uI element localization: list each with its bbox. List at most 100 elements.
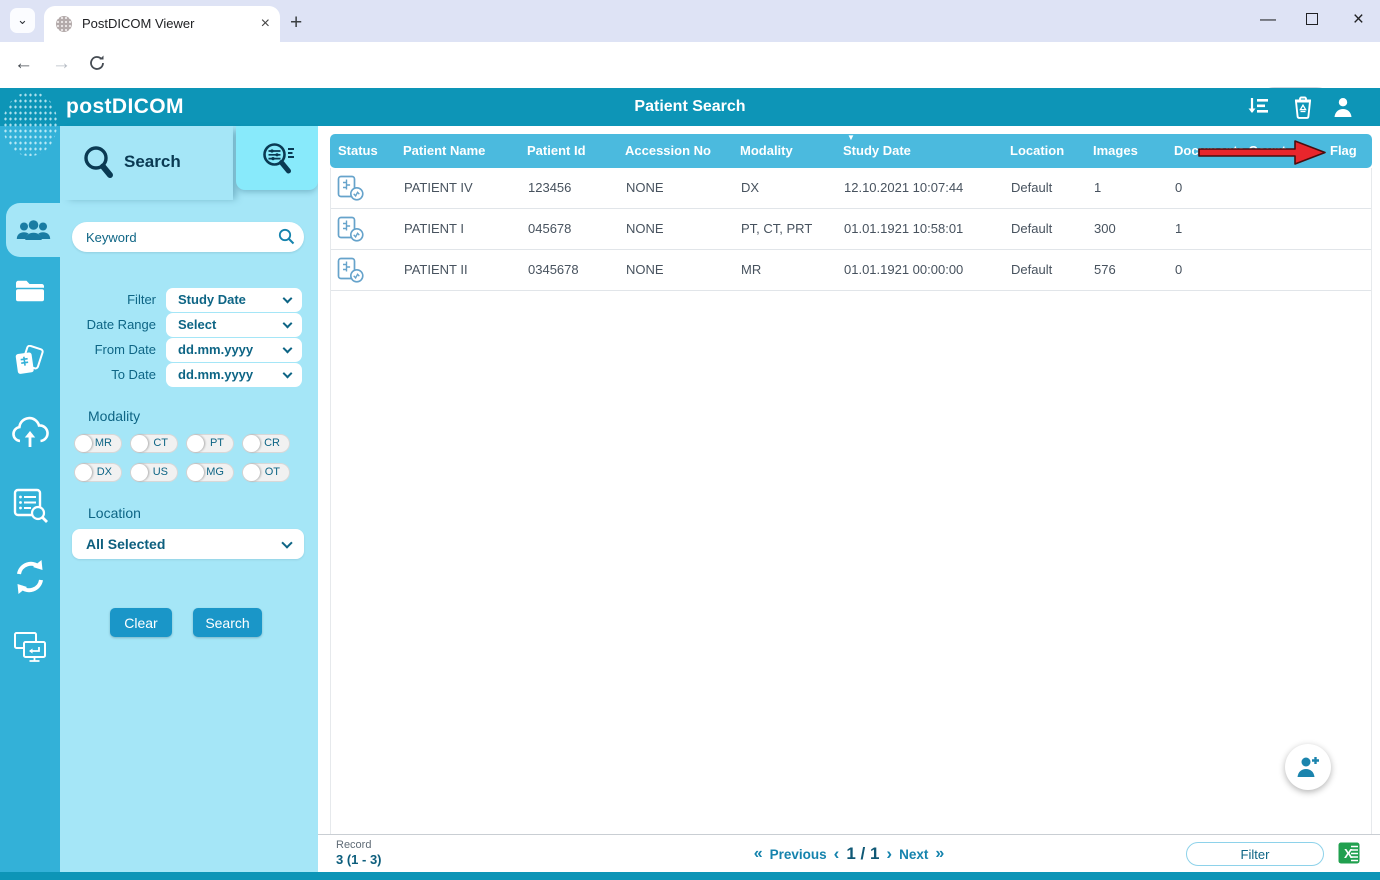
modality-toggle[interactable]: MR <box>74 434 122 453</box>
status-cell <box>331 209 396 249</box>
browser-tab[interactable]: PostDICOM Viewer × <box>44 6 280 42</box>
patient-id-cell: 045678 <box>528 221 572 236</box>
modality-toggle[interactable]: MG <box>186 463 234 482</box>
filter-dropdown[interactable]: Study Date <box>166 288 302 312</box>
next-page-button[interactable]: Next <box>899 847 928 862</box>
col-accession-no[interactable]: Accession No <box>617 134 732 168</box>
filter-dropdown[interactable]: dd.mm.yyyy <box>166 338 302 362</box>
last-page-icon[interactable]: » <box>935 845 944 863</box>
previous-arrow-icon[interactable]: ‹ <box>834 844 840 864</box>
tab-basic-search[interactable]: Search <box>60 126 233 200</box>
modality-toggle[interactable]: CR <box>242 434 290 453</box>
images-cell: 1 <box>1094 180 1102 195</box>
flag-cell <box>1323 250 1371 290</box>
table-body: PATIENT IV 123456 NONE DX 12.10.2021 10:… <box>330 168 1372 834</box>
sidebar-item-remote-connect[interactable] <box>11 630 49 671</box>
toggle-knob <box>75 435 92 452</box>
first-page-icon[interactable]: « <box>754 845 763 863</box>
new-tab-button[interactable]: + <box>290 5 302 41</box>
patient-name-cell: PATIENT IV <box>404 180 473 195</box>
connected-devices-icon <box>14 632 46 662</box>
col-modality[interactable]: Modality <box>732 134 835 168</box>
toggle-knob <box>243 435 260 452</box>
sidebar-item-patient-cards[interactable] <box>12 344 48 386</box>
chevron-down-icon <box>282 343 293 354</box>
record-label: Record <box>336 839 372 851</box>
patient-row[interactable]: PATIENT IV 123456 NONE DX 12.10.2021 10:… <box>331 168 1371 209</box>
reload-icon[interactable] <box>88 54 106 77</box>
previous-page-button[interactable]: Previous <box>770 847 827 862</box>
share-patient-button[interactable] <box>1285 744 1331 790</box>
modality-toggle-label: MG <box>206 466 224 478</box>
col-flag[interactable]: Flag <box>1322 134 1372 168</box>
patient-record-status-icon <box>337 257 364 283</box>
toggle-knob <box>131 464 148 481</box>
clear-button[interactable]: Clear <box>110 608 172 637</box>
patient-cards-icon <box>15 344 44 374</box>
filter-value: dd.mm.yyyy <box>178 367 254 382</box>
browser-toolbar: ← → germany.postdicom.com/Viewer/Main Gu… <box>0 42 1380 122</box>
modality-cell: MR <box>741 262 762 277</box>
modality-toggle[interactable]: CT <box>130 434 178 453</box>
app-header: postDICOM Patient Search <box>0 88 1380 126</box>
col-patient-name[interactable]: Patient Name <box>395 134 519 168</box>
window-close-icon[interactable]: × <box>1353 8 1364 32</box>
filter-dropdown[interactable]: Select <box>166 313 302 337</box>
patient-row[interactable]: PATIENT I 045678 NONE PT, CT, PRT 01.01.… <box>331 209 1371 250</box>
tab-close-icon[interactable]: × <box>261 6 270 42</box>
sidebar-item-study-list[interactable] <box>12 487 48 528</box>
page-title: Patient Search <box>634 98 746 115</box>
filter-row: To Date dd.mm.yyyy <box>60 363 318 387</box>
account-icon[interactable] <box>1332 96 1354 123</box>
tab-search-button[interactable]: ⌄ <box>10 8 35 33</box>
modality-cell: PT, CT, PRT <box>741 221 813 236</box>
excel-export-icon[interactable]: X <box>1338 842 1360 864</box>
next-arrow-icon[interactable]: › <box>886 844 892 864</box>
sort-descending-icon[interactable] <box>1246 96 1270 123</box>
filter-dropdown[interactable]: dd.mm.yyyy <box>166 363 302 387</box>
modality-label: Modality <box>88 408 141 424</box>
main-sidebar <box>0 126 60 872</box>
maximize-icon[interactable] <box>1306 13 1318 25</box>
modality-toggle-label: DX <box>96 466 112 478</box>
col-images[interactable]: Images <box>1085 134 1166 168</box>
accession-no-cell: NONE <box>626 262 664 277</box>
forward-icon[interactable]: → <box>52 53 71 75</box>
col-location[interactable]: Location <box>1002 134 1085 168</box>
documents-count-cell: 0 <box>1175 180 1183 195</box>
sidebar-item-cloud-upload[interactable] <box>10 415 50 454</box>
footer-filter-button[interactable]: Filter <box>1186 842 1324 866</box>
search-button[interactable]: Search <box>193 608 262 637</box>
patient-row[interactable]: PATIENT II 0345678 NONE MR 01.01.1921 00… <box>331 250 1371 291</box>
toggle-knob <box>243 464 260 481</box>
toggle-knob <box>75 464 92 481</box>
filter-label: Date Range <box>86 317 156 332</box>
modality-toggle[interactable]: OT <box>242 463 290 482</box>
location-label: Location <box>88 505 141 521</box>
recycle-bin-icon[interactable] <box>1292 96 1314 124</box>
tab-advanced-search[interactable] <box>236 126 318 190</box>
sidebar-item-patients[interactable] <box>6 203 60 257</box>
keyword-search-icon[interactable] <box>278 228 295 250</box>
bottom-accent-bar <box>0 872 1380 880</box>
filter-value: dd.mm.yyyy <box>178 342 254 357</box>
col-patient-id[interactable]: Patient Id <box>519 134 617 168</box>
postdicom-viewer-window: ⌄ PostDICOM Viewer × + — × ← → germany.p… <box>0 0 1380 880</box>
minimize-icon[interactable]: — <box>1260 8 1276 32</box>
sync-arrows-icon <box>17 560 43 594</box>
sidebar-item-folders[interactable] <box>14 278 46 309</box>
keyword-input[interactable] <box>72 222 304 252</box>
location-dropdown[interactable]: All Selected <box>72 529 304 559</box>
filter-label: To Date <box>111 367 156 382</box>
sidebar-item-sync[interactable] <box>12 558 48 601</box>
table-footer: Record 3 (1 - 3) « Previous ‹ 1 / 1 › Ne… <box>318 834 1380 872</box>
back-icon[interactable]: ← <box>14 53 33 75</box>
modality-toggle[interactable]: PT <box>186 434 234 453</box>
col-status[interactable]: Status <box>330 134 395 168</box>
images-cell: 576 <box>1094 262 1116 277</box>
col-study-date[interactable]: ▼ Study Date <box>835 133 1002 168</box>
sort-descending-caret-icon: ▼ <box>847 133 855 142</box>
modality-toggle[interactable]: US <box>130 463 178 482</box>
modality-toggle-label: US <box>152 466 168 478</box>
modality-toggle[interactable]: DX <box>74 463 122 482</box>
